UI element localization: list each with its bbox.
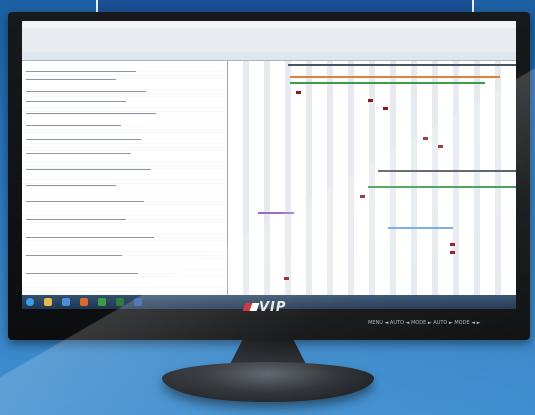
summary-bar xyxy=(288,64,516,66)
task-row xyxy=(26,113,156,115)
task-bar xyxy=(368,99,373,102)
brand-logo: VIP xyxy=(242,299,287,315)
monitor-buttons-label: MENU ◄ AUTO ◄ MODE ► AUTO ► MODE ◄ ► xyxy=(368,320,481,326)
task-row xyxy=(26,273,138,275)
summary-bar xyxy=(378,170,516,172)
task-row xyxy=(26,153,131,155)
task-bar xyxy=(383,107,388,110)
task-row xyxy=(26,169,151,171)
task-row xyxy=(26,71,136,73)
task-bar xyxy=(438,145,443,148)
word-icon[interactable] xyxy=(134,298,142,306)
task-row xyxy=(26,91,146,93)
green-bar xyxy=(368,186,516,188)
purple-bar xyxy=(258,212,294,214)
task-bar xyxy=(450,243,455,246)
orange-bar xyxy=(290,76,500,78)
project-icon[interactable] xyxy=(98,298,106,306)
blue-bar xyxy=(388,227,453,229)
task-bar xyxy=(423,137,428,140)
monitor-stand xyxy=(162,362,374,402)
media-icon[interactable] xyxy=(80,298,88,306)
task-row xyxy=(26,219,126,221)
windows-start-icon[interactable] xyxy=(26,298,34,306)
logo-text: VIP xyxy=(259,299,287,315)
monitor-bezel xyxy=(8,12,530,340)
gantt-chart xyxy=(228,61,516,295)
folder-icon[interactable] xyxy=(44,298,52,306)
timescale-header xyxy=(22,52,516,61)
task-row xyxy=(26,237,154,239)
task-bar xyxy=(296,91,301,94)
green-bar xyxy=(290,82,485,84)
task-row xyxy=(26,101,126,103)
screen xyxy=(22,21,516,309)
task-row xyxy=(26,201,144,203)
task-row xyxy=(26,139,141,141)
task-sheet xyxy=(22,61,228,295)
task-row xyxy=(26,79,116,81)
task-bar xyxy=(284,277,289,280)
task-row xyxy=(26,125,121,127)
task-bar xyxy=(450,251,455,254)
task-bar xyxy=(360,195,365,198)
task-row xyxy=(26,185,116,187)
logo-flag-icon xyxy=(242,303,260,311)
browser-icon[interactable] xyxy=(62,298,70,306)
task-row xyxy=(26,255,122,257)
excel-icon[interactable] xyxy=(116,298,124,306)
